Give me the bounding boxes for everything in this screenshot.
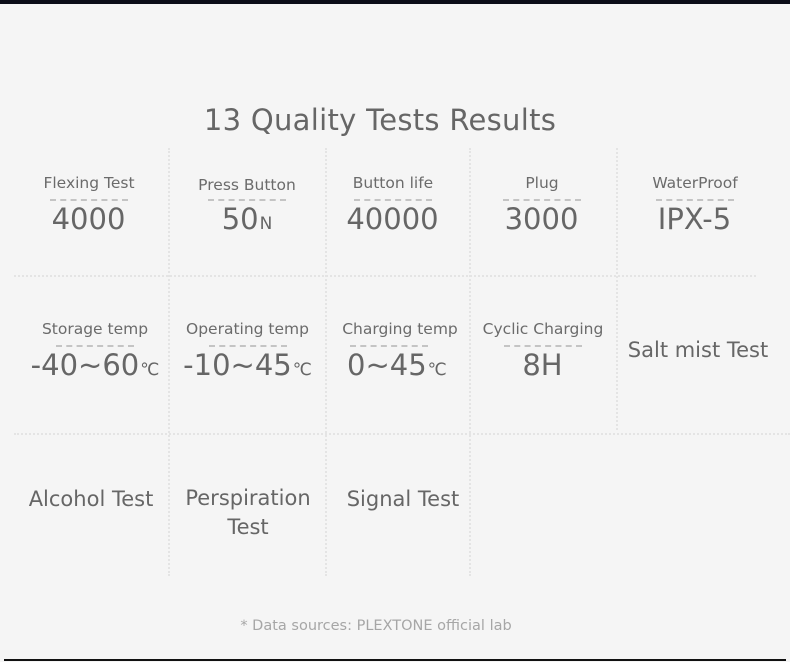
test-value: -10~45℃ [183,348,312,382]
test-cell-waterproof: WaterProof IPX-5 [620,173,770,242]
test-label: Signal Test [346,487,460,511]
grid-divider-horizontal [14,433,790,435]
test-cell-press-button: Press Button 50N [172,175,322,242]
test-cell-signal: Signal Test [327,485,479,514]
test-value: 40000 [346,202,439,236]
test-label: Flexing Test [43,174,135,192]
test-label: Storage temp [41,320,149,338]
test-cell-storage-temp: Storage temp -40~60℃ [16,319,174,388]
unit-celsius: ℃ [140,360,160,380]
test-label: Operating temp [186,320,309,338]
unit-celsius: ℃ [427,360,447,380]
bottom-edge-bar [4,659,786,661]
top-edge-bar [0,0,790,4]
test-cell-charging-temp: Charging temp 0~45℃ [325,319,475,388]
test-cell-button-life: Button life 40000 [318,173,468,242]
page-title: 13 Quality Tests Results [203,103,557,138]
test-value: IPX-5 [657,202,732,236]
test-cell-salt-mist: Salt mist Test [622,336,774,365]
test-cell-plug: Plug 3000 [467,173,617,242]
test-label: Cyclic Charging [482,320,604,338]
test-value: 0~45℃ [347,348,447,382]
test-label: Perspiration Test [185,486,311,539]
test-value: 50N [221,202,273,236]
grid-divider-horizontal [14,275,756,277]
test-label: Press Button [198,176,296,194]
test-cell-cyclic-charging: Cyclic Charging 8H [467,319,619,388]
test-cell-operating-temp: Operating temp -10~45℃ [170,319,325,388]
test-value: 8H [522,348,563,382]
test-label: WaterProof [652,174,738,192]
test-label: Alcohol Test [28,487,154,511]
test-value: -40~60℃ [30,348,160,382]
test-label: Plug [525,174,559,192]
test-label: Salt mist Test [627,338,769,362]
unit-newton: N [259,214,273,234]
test-label: Button life [352,174,434,192]
unit-celsius: ℃ [292,360,312,380]
test-cell-alcohol: Alcohol Test [14,485,168,514]
data-source-footnote: * Data sources: PLEXTONE official lab [240,618,512,634]
test-cell-flexing: Flexing Test 4000 [14,173,164,242]
test-label: Charging temp [342,320,458,338]
test-value: 3000 [504,202,579,236]
test-cell-perspiration: Perspiration Test [178,484,318,542]
test-value: 4000 [51,202,126,236]
